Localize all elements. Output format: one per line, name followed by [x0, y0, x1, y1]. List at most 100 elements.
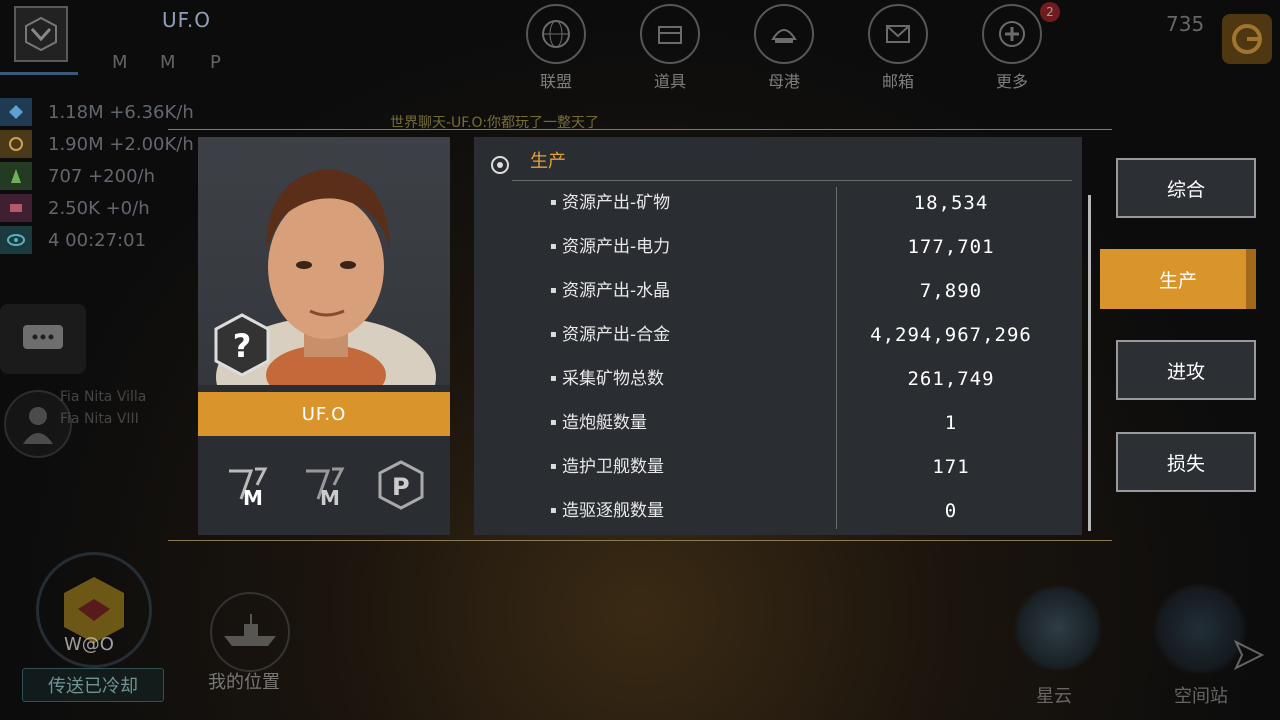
- power-icon: [0, 130, 32, 158]
- stat-label: 资源产出-矿物: [550, 181, 670, 225]
- m-medal-icon[interactable]: M: [221, 459, 273, 511]
- mineral-icon: [0, 98, 32, 126]
- resource-row-alloy[interactable]: 2.50K +0/h: [0, 192, 194, 224]
- medal-row: M M P: [198, 459, 450, 511]
- stat-row: 资源产出-电力 177,701: [474, 225, 1082, 269]
- chat-bubble-icon: [23, 325, 63, 349]
- dialog-bottom-border: [168, 540, 1112, 541]
- resource-text: 4 00:27:01: [48, 229, 147, 251]
- menu-more[interactable]: 更多 2: [982, 2, 1060, 92]
- commander-name-bar: UF.O: [198, 392, 450, 436]
- stat-label: 造炮艇数量: [550, 401, 647, 445]
- resource-text: 1.18M +6.36K/h: [48, 101, 194, 123]
- p-badge-icon: P: [210, 52, 221, 72]
- ship-icon: [224, 614, 276, 646]
- menu-label: 更多: [995, 72, 1028, 91]
- player-avatar-button[interactable]: [14, 6, 68, 62]
- nebula-button[interactable]: [1010, 586, 1106, 670]
- tab-overview[interactable]: 综合: [1116, 158, 1256, 218]
- svg-text:M: M: [320, 486, 340, 510]
- tab-production[interactable]: 生产: [1100, 249, 1256, 309]
- team-tag: W@O: [64, 634, 114, 655]
- top-right-value: 735: [1166, 12, 1205, 36]
- stats-scrollbar[interactable]: [1088, 195, 1091, 531]
- stat-row: 资源产出-水晶 7,890: [474, 269, 1082, 313]
- stats-panel: 生产 资源产出-矿物 18,534 资源产出-电力 177,701 资源产出-水…: [474, 137, 1082, 535]
- my-position-label: 我的位置: [208, 672, 280, 693]
- stat-value: 177,701: [907, 236, 995, 258]
- tab-losses[interactable]: 损失: [1116, 432, 1256, 492]
- resource-row-mineral[interactable]: 1.18M +6.36K/h: [0, 96, 194, 128]
- menu-label: 母港: [767, 72, 800, 91]
- nebula-label: 星云: [1036, 686, 1072, 707]
- profile-panel: ? UF.O M M P: [198, 137, 450, 535]
- items-icon: [658, 26, 682, 44]
- question-hex-icon: ?: [214, 313, 270, 377]
- space-station-label: 空间站: [1174, 686, 1228, 707]
- resource-row-crystal[interactable]: 707 +200/h: [0, 160, 194, 192]
- more-plus-icon: [999, 21, 1025, 47]
- stat-label: 采集矿物总数: [550, 357, 664, 401]
- resource-row-scan[interactable]: 4 00:27:01: [0, 224, 194, 256]
- stat-value: 261,749: [907, 368, 995, 390]
- chat-button[interactable]: [0, 304, 86, 374]
- location-line: Fia Nita VIII: [60, 411, 139, 427]
- alloy-icon: [0, 194, 32, 222]
- svg-text:P: P: [392, 473, 410, 501]
- commander-portrait: ?: [198, 137, 450, 385]
- top-progress-line: [0, 72, 78, 75]
- mail-count-badge: 2: [1040, 2, 1060, 22]
- location-labels: Fia Nita Villa Fia Nita VIII: [60, 386, 146, 430]
- shop-button[interactable]: [1222, 14, 1272, 64]
- my-position-button[interactable]: [210, 592, 290, 672]
- menu-alliance[interactable]: 联盟: [526, 4, 586, 92]
- stat-label: 造护卫舰数量: [550, 445, 664, 489]
- stat-row: 资源产出-矿物 18,534: [474, 181, 1082, 225]
- stat-value: 18,534: [913, 192, 989, 214]
- svg-text:M: M: [160, 52, 176, 72]
- stat-row: 造护卫舰数量 171: [474, 445, 1082, 489]
- stat-label: 造驱逐舰数量: [550, 489, 664, 533]
- stats-section-title: 生产: [530, 151, 566, 172]
- send-icon[interactable]: [1232, 638, 1266, 676]
- svg-text:M: M: [243, 486, 263, 510]
- resource-row-power[interactable]: 1.90M +2.00K/h: [0, 128, 194, 160]
- crystal-icon: [0, 162, 32, 190]
- svg-text:P: P: [210, 52, 221, 72]
- stat-value: 7,890: [919, 280, 983, 302]
- m-medal-alt-icon[interactable]: M: [298, 459, 350, 511]
- stat-label: 资源产出-水晶: [550, 269, 670, 313]
- top-menu: 联盟 道具 母港 邮箱 更多 2: [526, 2, 1060, 92]
- stat-value: 171: [932, 456, 970, 478]
- production-section-icon: [491, 156, 509, 174]
- top-badge-row: M M P: [108, 46, 230, 72]
- menu-mail[interactable]: 邮箱: [868, 4, 928, 92]
- resource-text: 1.90M +2.00K/h: [48, 133, 194, 155]
- dialog-top-border: [168, 129, 1112, 130]
- p-medal-icon[interactable]: P: [375, 459, 427, 511]
- mail-icon: [886, 25, 910, 43]
- alliance-globe-icon: [542, 20, 570, 48]
- resource-text: 2.50K +0/h: [48, 197, 150, 219]
- eye-icon: [0, 226, 32, 254]
- tab-attack[interactable]: 进攻: [1116, 340, 1256, 400]
- teleport-button[interactable]: 传送已冷却: [22, 668, 164, 702]
- menu-label: 联盟: [539, 72, 572, 91]
- resource-list: 1.18M +6.36K/h 1.90M +2.00K/h 707 +200/h…: [0, 96, 194, 256]
- stat-label: 资源产出-电力: [550, 225, 670, 269]
- m-badge-icon: M: [112, 52, 128, 72]
- menu-label: 道具: [653, 72, 686, 91]
- menu-items[interactable]: 道具: [640, 4, 700, 92]
- stat-row: 采集矿物总数 261,749: [474, 357, 1082, 401]
- m-badge-icon: M: [160, 52, 176, 72]
- location-line: Fia Nita Villa: [60, 389, 147, 405]
- svg-text:?: ?: [233, 327, 252, 365]
- stat-value: 0: [944, 500, 958, 522]
- resource-text: 707 +200/h: [48, 165, 155, 187]
- home-port-icon: [771, 29, 797, 43]
- menu-label: 邮箱: [881, 72, 914, 91]
- svg-text:M: M: [112, 52, 128, 72]
- stat-row: 造驱逐舰数量 0: [474, 489, 1082, 533]
- menu-home-port[interactable]: 母港: [754, 4, 814, 92]
- stat-value: 4,294,967,296: [870, 324, 1032, 346]
